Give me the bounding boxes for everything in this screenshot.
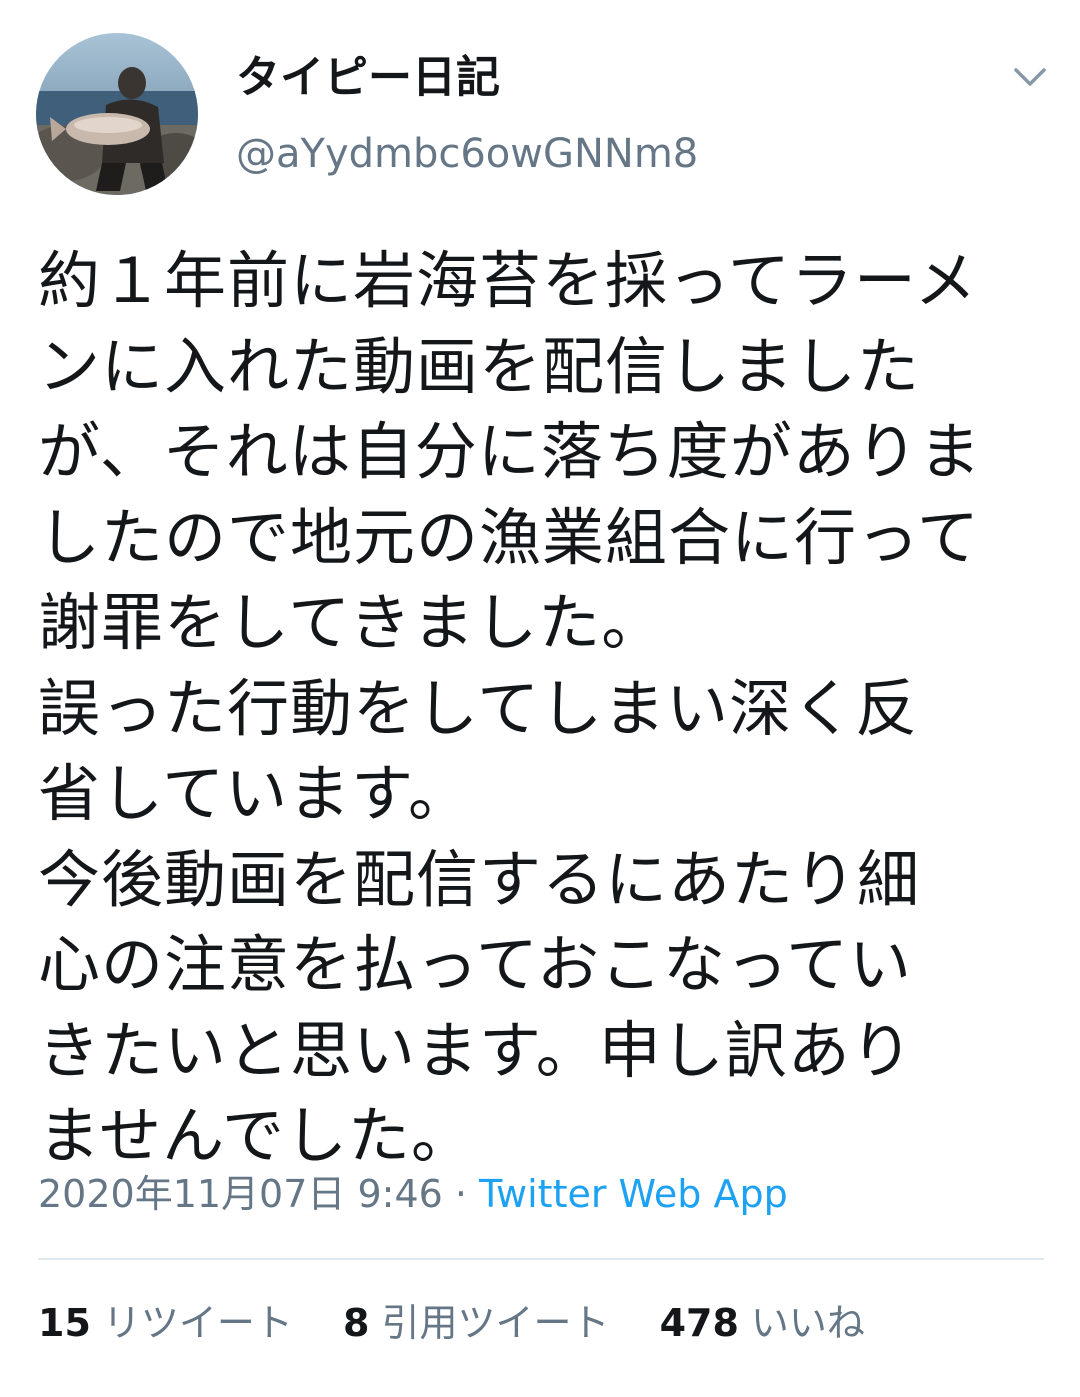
- likes-stat[interactable]: 478 いいね: [660, 1295, 865, 1351]
- retweets-count: 15: [38, 1301, 91, 1345]
- tweet-detail: タイピー日記 @aYydmbc6owGNNm8 約１年前に岩海苔を採ってラーメ …: [0, 0, 1080, 1397]
- divider: [38, 1258, 1044, 1260]
- tweet-timestamp[interactable]: 2020年11月07日 9:46: [38, 1172, 443, 1216]
- likes-label: いいね: [750, 1301, 865, 1345]
- quotes-label: 引用ツイート: [381, 1301, 610, 1345]
- tweet-stats: 15 リツイート 8 引用ツイート 478 いいね: [38, 1295, 903, 1351]
- likes-count: 478: [659, 1301, 739, 1345]
- tweet-meta: 2020年11月07日 9:46 · Twitter Web App: [38, 1166, 788, 1222]
- tweet-text-line: 謝罪をしてきました。: [38, 586, 665, 659]
- tweet-text-line: きたいと思います。申し訳あり: [38, 1013, 914, 1087]
- display-name[interactable]: タイピー日記: [236, 50, 500, 106]
- user-handle[interactable]: @aYydmbc6owGNNm8: [236, 128, 698, 180]
- tweet-text-line: 約１年前に岩海苔を採ってラーメ: [38, 244, 978, 317]
- tweet-source-link[interactable]: Twitter Web App: [479, 1172, 788, 1216]
- tweet-text-line: 心の注意を払っておこなってい: [38, 928, 912, 1001]
- avatar[interactable]: [36, 33, 198, 195]
- quotes-count: 8: [343, 1301, 370, 1345]
- quotes-stat[interactable]: 8 引用ツイート: [343, 1295, 609, 1351]
- retweets-label: リツイート: [102, 1301, 293, 1345]
- chevron-down-icon[interactable]: [1010, 62, 1050, 92]
- tweet-text-line: 誤った行動をしてしまい深く反: [38, 671, 919, 745]
- tweet-text-line: 省しています。: [38, 757, 471, 830]
- retweets-stat[interactable]: 15 リツイート: [38, 1295, 293, 1351]
- tweet-text-line: が、それは自分に落ち度がありま: [38, 415, 982, 488]
- tweet-text: 約１年前に岩海苔を採ってラーメ ンに入れた動画を配信しました が、それは自分に落…: [38, 238, 1048, 1179]
- meta-separator: ·: [454, 1172, 468, 1216]
- tweet-text-line: 今後動画を配信するにあたり細: [38, 842, 921, 916]
- tweet-text-line: したので地元の漁業組合に行って: [38, 500, 980, 574]
- tweet-text-line: ンに入れた動画を配信しました: [38, 329, 921, 403]
- avatar-photo: [36, 33, 198, 195]
